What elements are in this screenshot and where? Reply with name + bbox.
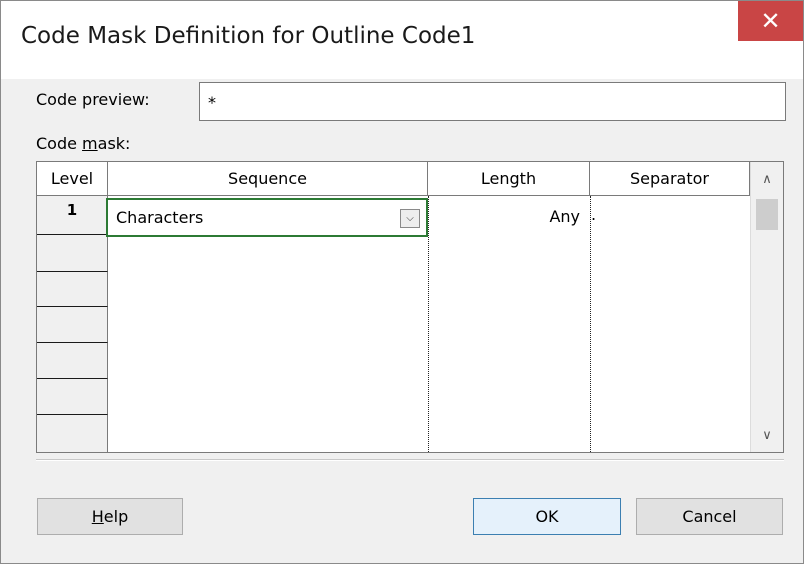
column-header-length[interactable]: Length: [428, 162, 590, 196]
separator-value[interactable]: .: [591, 205, 596, 224]
code-mask-dialog: Code Mask Definition for Outline Code1 ✕…: [0, 0, 804, 564]
help-button[interactable]: Help: [37, 498, 183, 535]
scroll-thumb[interactable]: [756, 199, 778, 230]
vertical-scrollbar[interactable]: ∧ ∨: [750, 162, 783, 452]
length-value[interactable]: Any: [427, 207, 580, 226]
code-preview-field: *: [199, 82, 786, 121]
separator-line: [36, 459, 784, 461]
row-header-1[interactable]: 1: [37, 196, 108, 235]
dialog-title: Code Mask Definition for Outline Code1: [21, 23, 476, 49]
sequence-dropdown-button[interactable]: ⌵: [400, 209, 420, 228]
close-icon: ✕: [760, 7, 781, 35]
scroll-down-arrow[interactable]: ∨: [751, 420, 783, 450]
code-mask-grid[interactable]: Level Sequence Length Separator 1 Charac…: [36, 161, 784, 453]
close-button[interactable]: ✕: [738, 1, 803, 41]
chevron-down-icon: ⌵: [406, 213, 414, 224]
sequence-value: Characters: [116, 208, 204, 227]
row-header-3[interactable]: [37, 272, 108, 307]
code-preview-value: *: [208, 93, 216, 112]
scroll-up-arrow[interactable]: ∧: [751, 164, 783, 194]
code-mask-label: Code mask:: [36, 134, 131, 153]
cancel-button[interactable]: Cancel: [636, 498, 783, 535]
ok-button[interactable]: OK: [473, 498, 621, 535]
row-header-5[interactable]: [37, 343, 108, 379]
chevron-up-icon: ∧: [762, 171, 772, 187]
column-header-sequence[interactable]: Sequence: [108, 162, 428, 196]
column-header-level[interactable]: Level: [37, 162, 108, 196]
sequence-cell-active[interactable]: Characters ⌵: [106, 198, 428, 237]
column-divider: [590, 196, 591, 452]
row-header-2[interactable]: [37, 235, 108, 272]
row-header-6[interactable]: [37, 379, 108, 415]
column-divider: [428, 196, 429, 452]
code-preview-label: Code preview:: [36, 90, 150, 109]
column-header-separator[interactable]: Separator: [590, 162, 750, 196]
chevron-down-icon: ∨: [762, 427, 772, 443]
row-header-7[interactable]: [37, 415, 108, 452]
title-bar: Code Mask Definition for Outline Code1 ✕: [1, 1, 803, 79]
row-header-4[interactable]: [37, 307, 108, 343]
